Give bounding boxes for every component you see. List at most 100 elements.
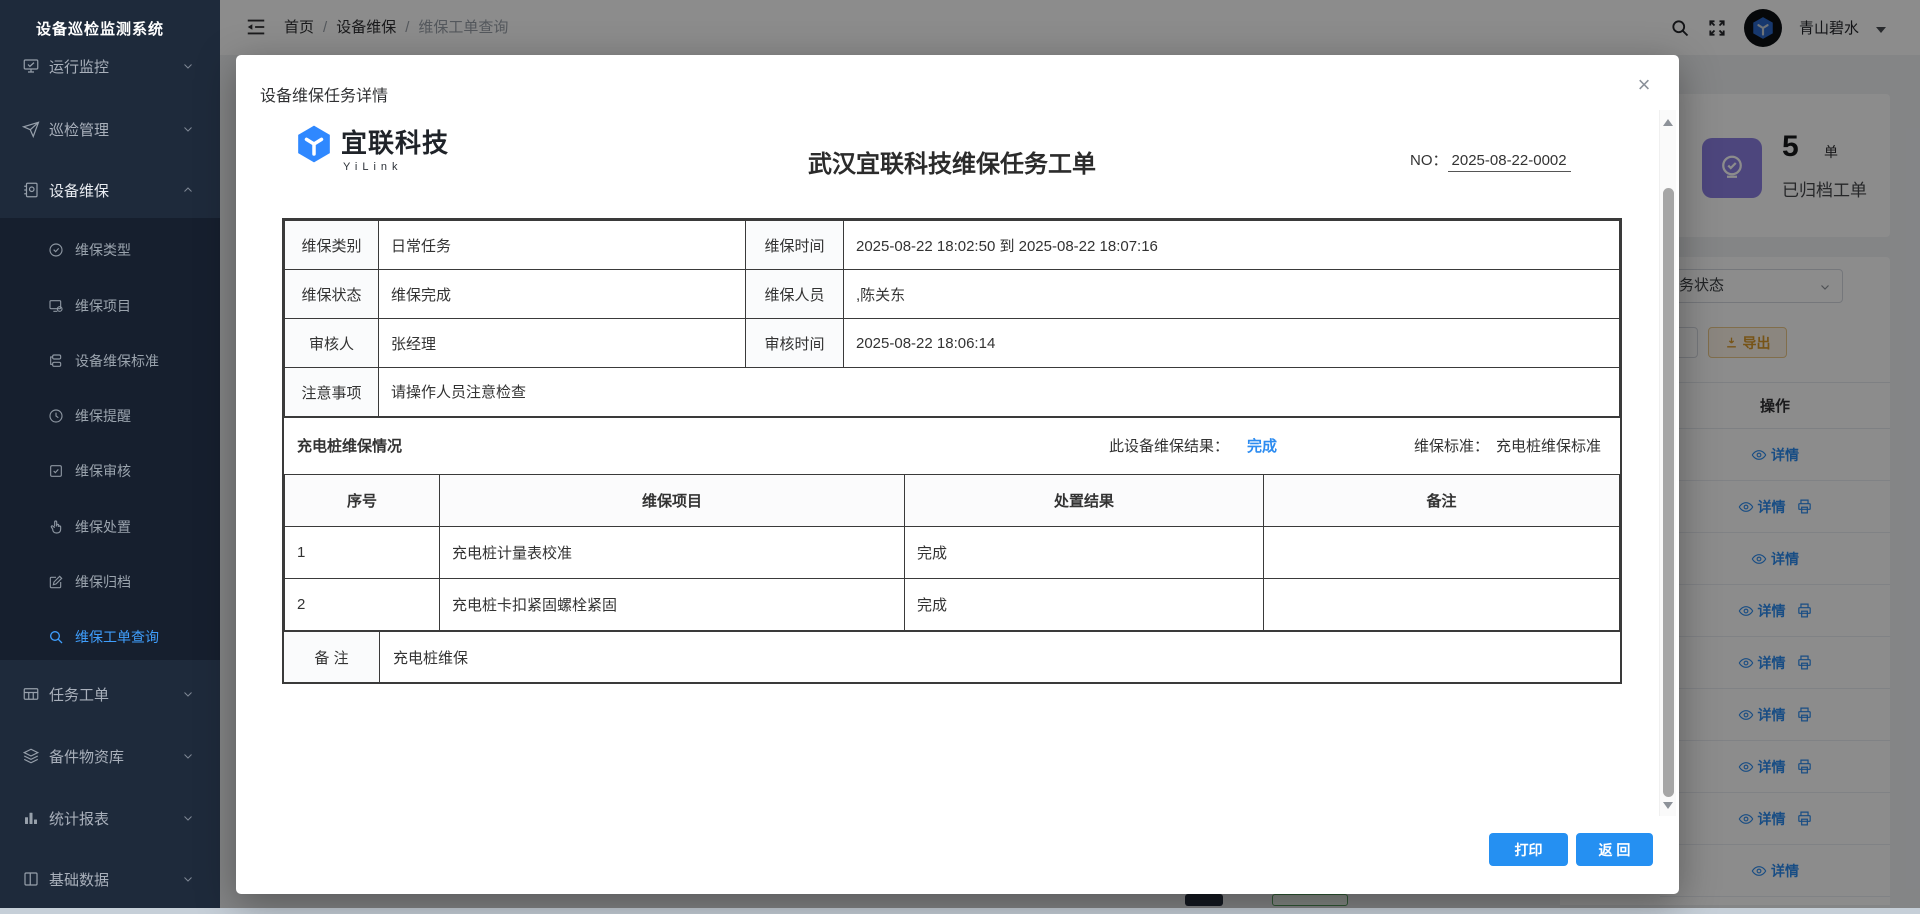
sidebar-item-label: 维保类型 xyxy=(75,240,131,260)
layers-icon xyxy=(22,747,40,765)
remark-label: 备 注 xyxy=(284,632,380,682)
sidebar-item-monitoring[interactable]: 运行监控 xyxy=(0,38,220,94)
workorder-document: 维保类别 日常任务 维保时间 2025-08-22 18:02:50 到 202… xyxy=(282,218,1622,684)
sidebar-item-maintenance-reminder[interactable]: 维保提醒 xyxy=(0,391,220,441)
table-row: 维保类别 日常任务 维保时间 2025-08-22 18:02:50 到 202… xyxy=(285,221,1620,270)
sidebar-item-maintenance-handle[interactable]: 维保处置 xyxy=(0,502,220,552)
table-header-row: 序号 维保项目 处置结果 备注 xyxy=(285,475,1620,527)
maintenance-submenu: 维保类型 维保项目 设备维保标准 维保提醒 维保审核 维保处置 xyxy=(0,218,220,660)
sidebar-item-workorder-query[interactable]: 维保工单查询 xyxy=(0,612,220,662)
table-row: 审核人 张经理 审核时间 2025-08-22 18:06:14 xyxy=(285,319,1620,368)
sidebar-item-spare-parts[interactable]: 备件物资库 xyxy=(0,728,220,784)
clock-icon xyxy=(48,408,64,424)
bar-chart-icon xyxy=(22,809,40,827)
item-no: 1 xyxy=(285,527,440,579)
sidebar-item-label: 维保处置 xyxy=(75,517,131,537)
sidebar-item-label: 巡检管理 xyxy=(49,119,109,140)
standard-label: 维保标准： xyxy=(1414,418,1489,475)
info-value: ,陈关东 xyxy=(844,270,1620,319)
sidebar-item-label: 基础数据 xyxy=(49,869,109,890)
item-remark xyxy=(1264,527,1620,579)
item-no: 2 xyxy=(285,579,440,631)
notes-label: 注意事项 xyxy=(285,368,379,417)
page-horizontal-scrollbar[interactable] xyxy=(0,908,1920,914)
sidebar-item-maintenance-archive[interactable]: 维保归档 xyxy=(0,557,220,607)
sidebar-item-maintenance-review[interactable]: 维保审核 xyxy=(0,446,220,496)
sidebar-item-label: 维保审核 xyxy=(75,461,131,481)
item-result: 完成 xyxy=(905,527,1264,579)
info-label: 维保状态 xyxy=(285,270,379,319)
info-value: 张经理 xyxy=(379,319,746,368)
document-number: NO： 2025-08-22-0002 xyxy=(1410,149,1571,172)
info-value: 日常任务 xyxy=(379,221,746,270)
scrollbar-thumb[interactable] xyxy=(1663,188,1674,797)
close-icon[interactable]: × xyxy=(1632,73,1656,97)
scroll-down-arrow-icon[interactable] xyxy=(1663,802,1673,809)
screen: 首页/设备维保/维保工单查询 青山碧水 5 单 已归档工单 任务状态 xyxy=(0,0,1920,914)
device-section-row: 充电桩维保情况 此设备维保结果： 完成 维保标准： 充电桩维保标准 xyxy=(284,417,1620,474)
info-label: 维保时间 xyxy=(746,221,844,270)
sidebar: 设备巡检监测系统 运行监控 巡检管理 设备维保 维保类型 维保项目 xyxy=(0,0,220,914)
sidebar-item-inspection[interactable]: 巡检管理 xyxy=(0,101,220,157)
chevron-down-icon xyxy=(182,750,194,762)
screen-icon xyxy=(48,298,64,314)
send-icon xyxy=(22,120,40,138)
sidebar-item-statistics[interactable]: 统计报表 xyxy=(0,790,220,846)
item-result: 完成 xyxy=(905,579,1264,631)
result-value: 完成 xyxy=(1247,418,1277,475)
info-value: 2025-08-22 18:06:14 xyxy=(844,319,1620,368)
sidebar-item-task-orders[interactable]: 任务工单 xyxy=(0,666,220,722)
sidebar-item-label: 维保提醒 xyxy=(75,406,131,426)
chevron-down-icon xyxy=(182,60,194,72)
result-label: 此设备维保结果： xyxy=(1109,418,1229,475)
sidebar-item-base-data[interactable]: 基础数据 xyxy=(0,851,220,907)
split-panel-icon xyxy=(22,870,40,888)
info-value: 2025-08-22 18:02:50 到 2025-08-22 18:07:1… xyxy=(844,221,1620,270)
sidebar-item-label: 维保工单查询 xyxy=(75,627,159,647)
sidebar-item-label: 任务工单 xyxy=(49,684,109,705)
sidebar-item-label: 设备维保标准 xyxy=(75,351,159,371)
modal-scrollbar[interactable] xyxy=(1659,110,1676,816)
item-name: 充电桩卡扣紧固螺栓紧固 xyxy=(440,579,905,631)
hand-pointer-icon xyxy=(48,519,64,535)
print-button[interactable]: 打印 xyxy=(1489,833,1568,866)
chevron-down-icon xyxy=(182,123,194,135)
circle-check-icon xyxy=(48,242,64,258)
chevron-up-icon xyxy=(182,184,194,196)
info-label: 维保人员 xyxy=(746,270,844,319)
sidebar-item-label: 维保项目 xyxy=(75,296,131,316)
info-label: 审核人 xyxy=(285,319,379,368)
table-row: 维保状态 维保完成 维保人员 ,陈关东 xyxy=(285,270,1620,319)
sidebar-item-label: 统计报表 xyxy=(49,808,109,829)
back-button[interactable]: 返 回 xyxy=(1576,833,1653,866)
document-number-value: 2025-08-22-0002 xyxy=(1448,152,1571,172)
table-row: 1 充电桩计量表校准 完成 xyxy=(285,527,1620,579)
sidebar-item-label: 备件物资库 xyxy=(49,746,124,767)
maintenance-items-table: 序号 维保项目 处置结果 备注 1 充电桩计量表校准 完成 2 充电桩卡扣紧固螺… xyxy=(284,474,1620,631)
notes-value: 请操作人员注意检查 xyxy=(379,368,1620,417)
info-value: 维保完成 xyxy=(379,270,746,319)
notebook-icon xyxy=(22,181,40,199)
sidebar-item-maintenance-type[interactable]: 维保类型 xyxy=(0,225,220,275)
item-remark xyxy=(1264,579,1620,631)
scroll-up-arrow-icon[interactable] xyxy=(1663,119,1673,126)
column-header: 处置结果 xyxy=(905,475,1264,527)
maintenance-detail-modal: 设备维保任务详情 × 宜联科技 YiLink 武汉宜联科技维保任务工单 NO： … xyxy=(236,55,1679,894)
sidebar-item-label: 运行监控 xyxy=(49,56,109,77)
standard-value: 充电桩维保标准 xyxy=(1496,418,1601,475)
info-table: 维保类别 日常任务 维保时间 2025-08-22 18:02:50 到 202… xyxy=(284,220,1620,417)
column-header: 备注 xyxy=(1264,475,1620,527)
sidebar-item-maintenance[interactable]: 设备维保 xyxy=(0,162,220,218)
table-grid-icon xyxy=(22,685,40,703)
info-label: 审核时间 xyxy=(746,319,844,368)
table-row: 注意事项 请操作人员注意检查 xyxy=(285,368,1620,417)
sidebar-item-maintenance-standard[interactable]: 设备维保标准 xyxy=(0,336,220,386)
standards-icon xyxy=(48,353,64,369)
chevron-down-icon xyxy=(182,812,194,824)
remark-value: 充电桩维保 xyxy=(380,632,1620,682)
info-label: 维保类别 xyxy=(285,221,379,270)
section-title: 充电桩维保情况 xyxy=(297,418,402,475)
monitor-icon xyxy=(22,57,40,75)
sidebar-item-maintenance-project[interactable]: 维保项目 xyxy=(0,281,220,331)
modal-title: 设备维保任务详情 xyxy=(260,82,388,106)
